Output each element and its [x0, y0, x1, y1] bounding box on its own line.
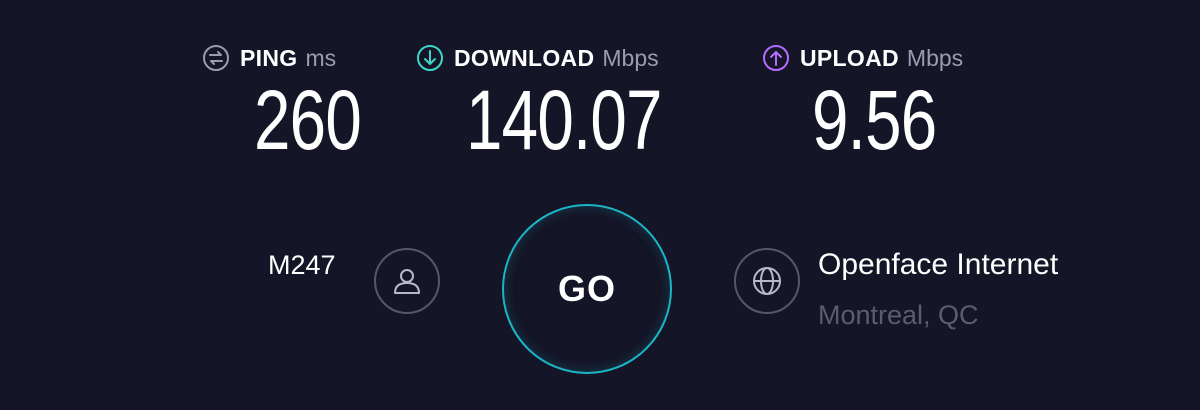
download-header: DOWNLOAD Mbps	[416, 40, 659, 76]
ping-header: PING ms	[202, 40, 336, 76]
upload-header: UPLOAD Mbps	[762, 40, 963, 76]
globe-icon[interactable]	[734, 248, 800, 314]
download-arrow-icon	[416, 44, 444, 72]
upload-arrow-icon	[762, 44, 790, 72]
download-unit: Mbps	[602, 44, 659, 71]
download-label: DOWNLOAD	[454, 44, 595, 71]
upload-label: UPLOAD	[800, 44, 899, 71]
ping-icon	[202, 44, 230, 72]
download-value: 140.07	[466, 73, 662, 167]
user-icon[interactable]	[374, 248, 440, 314]
go-button[interactable]: GO	[502, 204, 672, 374]
ping-metric: PING ms 260	[202, 40, 372, 170]
ping-value: 260	[254, 73, 362, 167]
isp-name[interactable]: Openface Internet	[818, 248, 1058, 282]
ping-unit: ms	[305, 44, 337, 71]
upload-unit: Mbps	[906, 44, 964, 71]
host-name: M247	[268, 250, 336, 280]
upload-value: 9.56	[812, 73, 937, 167]
isp-location: Montreal, QC	[818, 300, 979, 330]
download-metric: DOWNLOAD Mbps 140.07	[416, 40, 716, 170]
ping-label: PING	[240, 44, 298, 71]
upload-metric: UPLOAD Mbps 9.56	[762, 40, 1022, 170]
